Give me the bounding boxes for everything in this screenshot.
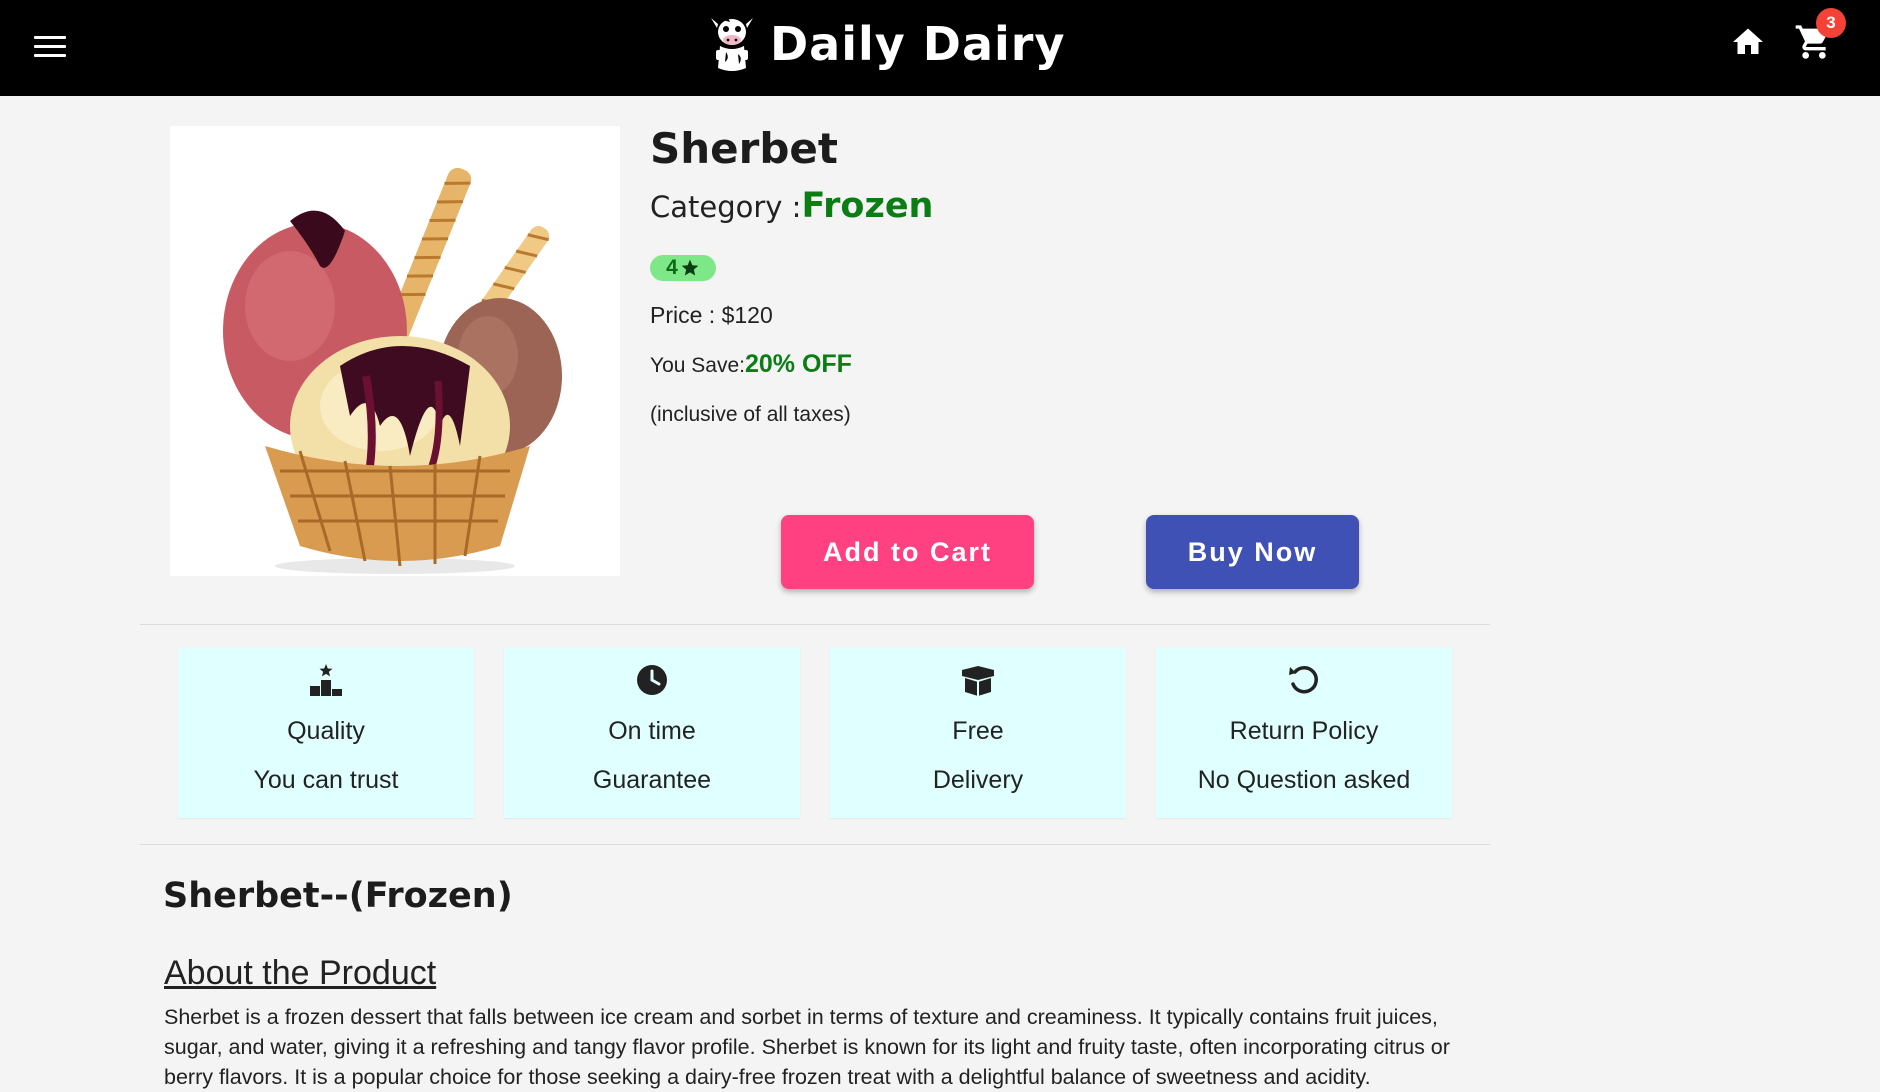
star-icon xyxy=(681,259,699,276)
price-label: Price : xyxy=(650,302,722,328)
price-value: $120 xyxy=(721,302,773,328)
cart-count-badge: 3 xyxy=(1816,8,1846,38)
feature-title: Return Policy xyxy=(1229,717,1379,745)
about-product-heading: About the Product xyxy=(164,954,437,992)
sundae-illustration xyxy=(223,167,562,574)
divider xyxy=(140,844,1490,845)
feature-subtitle: No Question asked xyxy=(1197,766,1411,794)
product-title: Sherbet xyxy=(650,124,838,173)
box-icon xyxy=(962,666,994,696)
tax-note: (inclusive of all taxes) xyxy=(650,403,851,426)
top-app-bar: Daily Dairy 3 xyxy=(0,0,1880,96)
brand[interactable]: Daily Dairy xyxy=(708,8,1065,80)
feature-title: On time xyxy=(608,717,696,745)
feature-card-return-policy: Return Policy No Question asked xyxy=(1156,648,1452,818)
discount-info: You Save:20% OFF xyxy=(650,350,852,379)
clock-icon xyxy=(637,665,667,695)
buy-now-button[interactable]: Buy Now xyxy=(1146,515,1359,589)
feature-card-on-time: On time Guarantee xyxy=(504,648,800,818)
category-value: Frozen xyxy=(801,186,934,226)
home-icon[interactable] xyxy=(1730,24,1766,60)
description-heading: Sherbet--(Frozen) xyxy=(163,876,513,916)
product-price: Price : $120 xyxy=(650,302,773,329)
product-image xyxy=(170,126,620,576)
discount-value: 20% OFF xyxy=(744,350,852,378)
return-icon xyxy=(1289,665,1318,694)
feature-card-delivery: Free Delivery xyxy=(830,648,1126,818)
divider xyxy=(140,624,1490,625)
podium-icon xyxy=(310,664,342,696)
cow-logo-icon xyxy=(711,18,753,71)
feature-title: Free xyxy=(952,717,1004,745)
rating-value: 4 xyxy=(666,256,678,279)
add-to-cart-button[interactable]: Add to Cart xyxy=(781,515,1034,589)
feature-card-quality: Quality You can trust xyxy=(178,648,474,818)
feature-title: Quality xyxy=(287,717,365,745)
feature-subtitle: Delivery xyxy=(932,766,1024,794)
feature-subtitle: You can trust xyxy=(253,766,399,794)
feature-subtitle: Guarantee xyxy=(592,766,712,794)
menu-icon[interactable] xyxy=(34,36,66,60)
save-label: You Save: xyxy=(650,354,745,377)
product-category: Category :Frozen xyxy=(650,186,933,226)
rating-badge: 4 xyxy=(650,255,716,281)
brand-name: Daily Dairy xyxy=(770,17,1066,71)
category-label: Category : xyxy=(650,190,802,224)
